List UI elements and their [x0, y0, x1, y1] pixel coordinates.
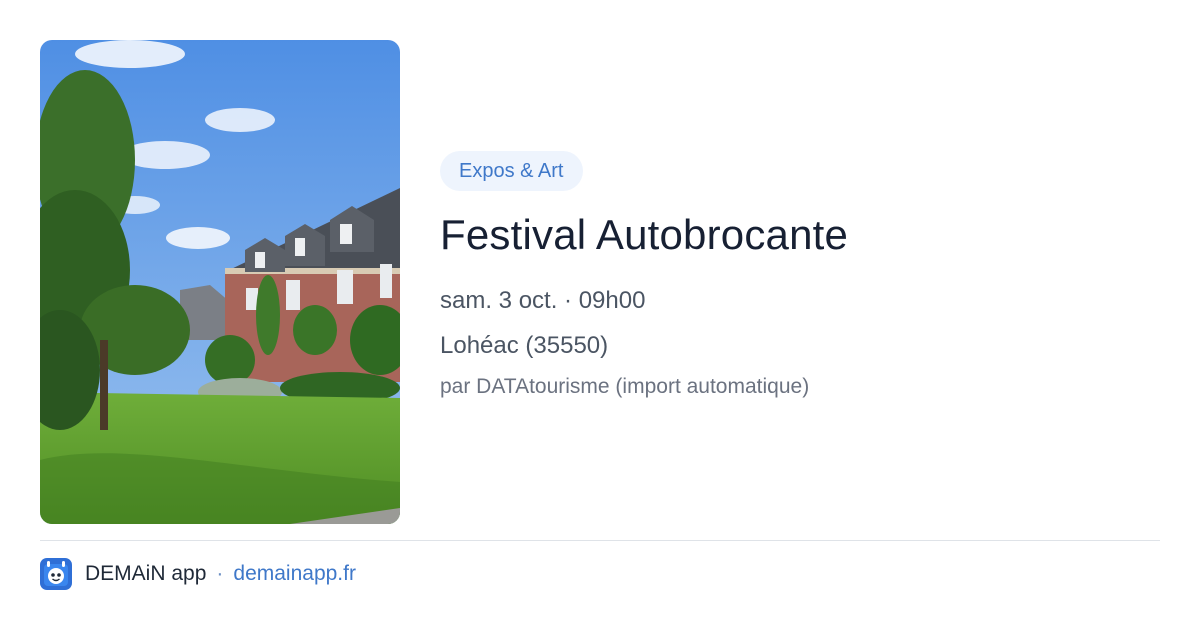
- event-details: Expos & Art Festival Autobrocante sam. 3…: [440, 151, 1160, 402]
- footer: DEMAiN app · demainapp.fr: [40, 558, 356, 590]
- category-badge[interactable]: Expos & Art: [440, 151, 583, 191]
- app-name: DEMAiN app: [85, 562, 207, 585]
- app-logo-icon: [40, 558, 72, 590]
- footer-divider: [40, 540, 1160, 541]
- event-date: sam. 3 oct. · 09h00: [440, 287, 646, 314]
- event-image: [40, 40, 400, 524]
- domain-link[interactable]: demainapp.fr: [233, 562, 356, 586]
- footer-separator: ·: [216, 562, 224, 585]
- event-location: Lohéac (35550): [440, 332, 609, 359]
- event-title: Festival Autobrocante: [440, 211, 849, 258]
- event-author: par DATAtourisme (import automatique): [440, 375, 810, 398]
